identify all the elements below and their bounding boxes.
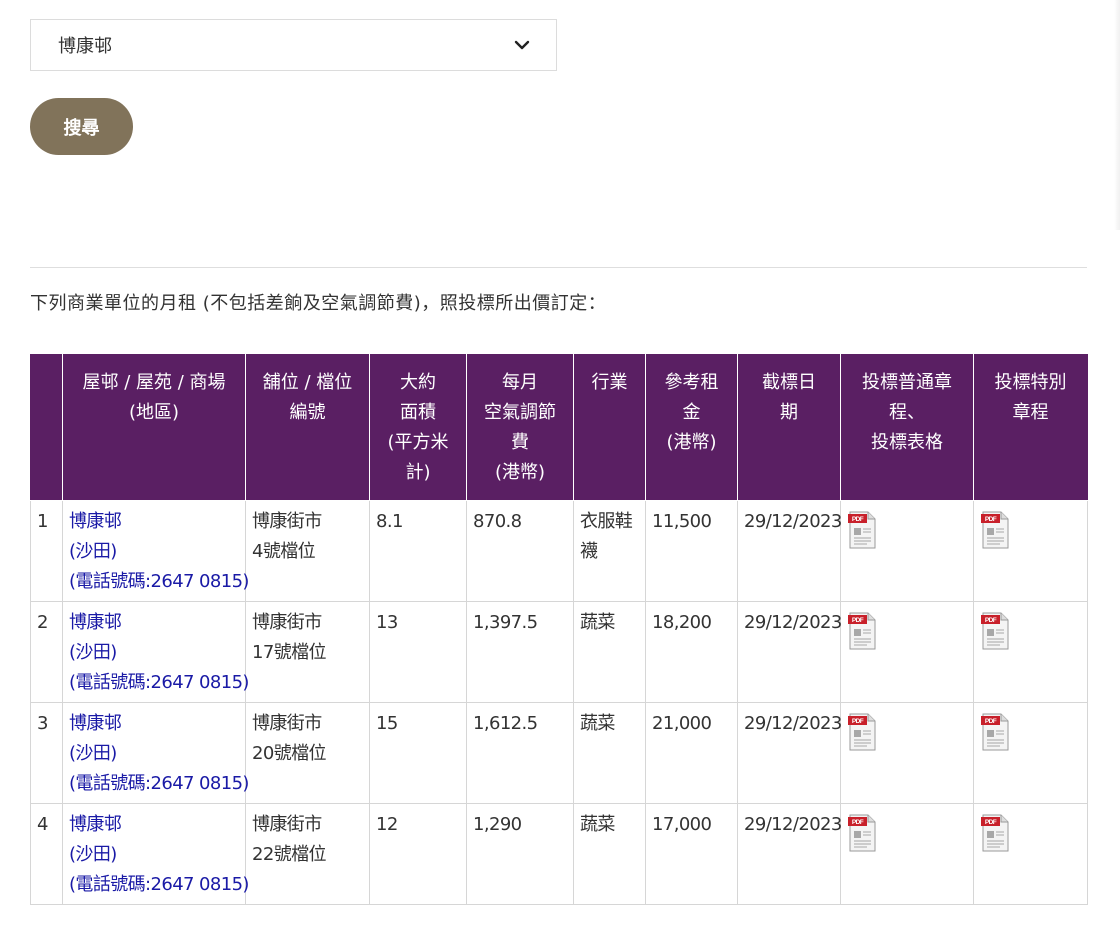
- ac-fee-cell: 1,397.5: [466, 600, 574, 703]
- estate-cell: 博康邨 (沙田) (電話號碼:2647 0815): [62, 802, 249, 905]
- unit-cell: 博康街市 20號檔位: [245, 701, 370, 804]
- ac-fee-cell: 1,612.5: [466, 701, 574, 804]
- header-col-estate: 屋邨 / 屋苑 / 商場 (地區): [62, 354, 246, 501]
- special-terms-cell: PDF: [973, 802, 1088, 905]
- svg-text:PDF: PDF: [852, 819, 864, 826]
- special-terms-cell: PDF: [973, 499, 1088, 602]
- pdf-file-icon[interactable]: PDF: [980, 611, 1010, 651]
- section-divider: [30, 267, 1087, 268]
- table-header-row: 屋邨 / 屋苑 / 商場 (地區) 舖位 / 檔位 編號 大約 面積 (平方米 計) 每月 空氣調…: [30, 354, 1088, 501]
- area-cell: 15: [369, 701, 467, 804]
- area-cell: 12: [369, 802, 467, 905]
- row-number: 2: [30, 600, 63, 703]
- header-col-area: 大約 面積 (平方米 計): [369, 354, 467, 501]
- general-terms-cell: PDF: [840, 499, 974, 602]
- header-col-general-terms: 投標普通章 程、 投標表格: [840, 354, 974, 501]
- pdf-file-icon[interactable]: PDF: [980, 712, 1010, 752]
- area-cell: 8.1: [369, 499, 467, 602]
- trade-cell: 蔬菜: [573, 802, 646, 905]
- header-col-rent: 參考租金 (港幣): [645, 354, 738, 501]
- page-scroll-edge: [1114, 0, 1120, 230]
- estate-cell: 博康邨 (沙田) (電話號碼:2647 0815): [62, 499, 249, 602]
- svg-text:PDF: PDF: [985, 718, 997, 725]
- general-terms-cell: PDF: [840, 701, 974, 804]
- svg-text:PDF: PDF: [852, 516, 864, 523]
- estate-link[interactable]: 博康邨 (沙田) (電話號碼:2647 0815): [69, 612, 249, 693]
- rent-cell: 11,500: [645, 499, 738, 602]
- pdf-file-icon[interactable]: PDF: [847, 611, 877, 651]
- estate-link[interactable]: 博康邨 (沙田) (電話號碼:2647 0815): [69, 713, 249, 794]
- pdf-file-icon[interactable]: PDF: [847, 510, 877, 550]
- unit-cell: 博康街市 4號檔位: [245, 499, 370, 602]
- closing-date-cell: 29/12/2023: [737, 600, 842, 703]
- ac-fee-cell: 870.8: [466, 499, 574, 602]
- table-row: 3 博康邨 (沙田) (電話號碼:2647 0815) 博康街市 20號檔位 15 1,612…: [30, 701, 1088, 804]
- search-button[interactable]: 搜尋: [30, 98, 133, 155]
- table-row: 2 博康邨 (沙田) (電話號碼:2647 0815) 博康街市 17號檔位 13 1,397…: [30, 600, 1088, 703]
- svg-text:PDF: PDF: [985, 819, 997, 826]
- header-col-special-terms: 投標特別 章程: [973, 354, 1088, 501]
- closing-date-cell: 29/12/2023: [737, 701, 842, 804]
- ac-fee-cell: 1,290: [466, 802, 574, 905]
- general-terms-cell: PDF: [840, 600, 974, 703]
- pdf-file-icon[interactable]: PDF: [847, 813, 877, 853]
- header-col-ac-fee: 每月 空氣調節費 (港幣): [466, 354, 574, 501]
- area-cell: 13: [369, 600, 467, 703]
- row-number: 4: [30, 802, 63, 905]
- header-col-unit: 舖位 / 檔位 編號: [245, 354, 370, 501]
- closing-date-cell: 29/12/2023: [737, 499, 842, 602]
- svg-text:PDF: PDF: [852, 718, 864, 725]
- general-terms-cell: PDF: [840, 802, 974, 905]
- estate-link[interactable]: 博康邨 (沙田) (電話號碼:2647 0815): [69, 511, 249, 592]
- pdf-file-icon[interactable]: PDF: [980, 510, 1010, 550]
- table-row: 1 博康邨 (沙田) (電話號碼:2647 0815) 博康街市 4號檔位 8.1 870.8…: [30, 499, 1088, 602]
- unit-cell: 博康街市 17號檔位: [245, 600, 370, 703]
- estate-link[interactable]: 博康邨 (沙田) (電話號碼:2647 0815): [69, 814, 249, 895]
- shops-table: 屋邨 / 屋苑 / 商場 (地區) 舖位 / 檔位 編號 大約 面積 (平方米 計) 每月 空氣調…: [30, 354, 1088, 905]
- row-number: 3: [30, 701, 63, 804]
- estate-select[interactable]: 博康邨: [30, 19, 557, 71]
- unit-cell: 博康街市 22號檔位: [245, 802, 370, 905]
- estate-cell: 博康邨 (沙田) (電話號碼:2647 0815): [62, 600, 249, 703]
- trade-cell: 衣服鞋襪: [573, 499, 646, 602]
- special-terms-cell: PDF: [973, 600, 1088, 703]
- header-col-closing-date: 截標日期: [737, 354, 841, 501]
- rent-cell: 21,000: [645, 701, 738, 804]
- rent-cell: 18,200: [645, 600, 738, 703]
- header-col-trade: 行業: [573, 354, 646, 501]
- table-row: 4 博康邨 (沙田) (電話號碼:2647 0815) 博康街市 22號檔位 12 1,290…: [30, 802, 1088, 905]
- pdf-file-icon[interactable]: PDF: [980, 813, 1010, 853]
- trade-cell: 蔬菜: [573, 600, 646, 703]
- svg-text:PDF: PDF: [985, 516, 997, 523]
- rent-cell: 17,000: [645, 802, 738, 905]
- svg-text:PDF: PDF: [985, 617, 997, 624]
- special-terms-cell: PDF: [973, 701, 1088, 804]
- estate-cell: 博康邨 (沙田) (電話號碼:2647 0815): [62, 701, 249, 804]
- chevron-down-icon: [514, 40, 530, 50]
- closing-date-cell: 29/12/2023: [737, 802, 842, 905]
- header-col-no: [30, 354, 63, 501]
- svg-text:PDF: PDF: [852, 617, 864, 624]
- intro-text: 下列商業單位的月租 (不包括差餉及空氣調節費)，照投標所出價訂定：: [30, 293, 607, 314]
- pdf-file-icon[interactable]: PDF: [847, 712, 877, 752]
- estate-select-value: 博康邨: [58, 36, 112, 57]
- row-number: 1: [30, 499, 63, 602]
- trade-cell: 蔬菜: [573, 701, 646, 804]
